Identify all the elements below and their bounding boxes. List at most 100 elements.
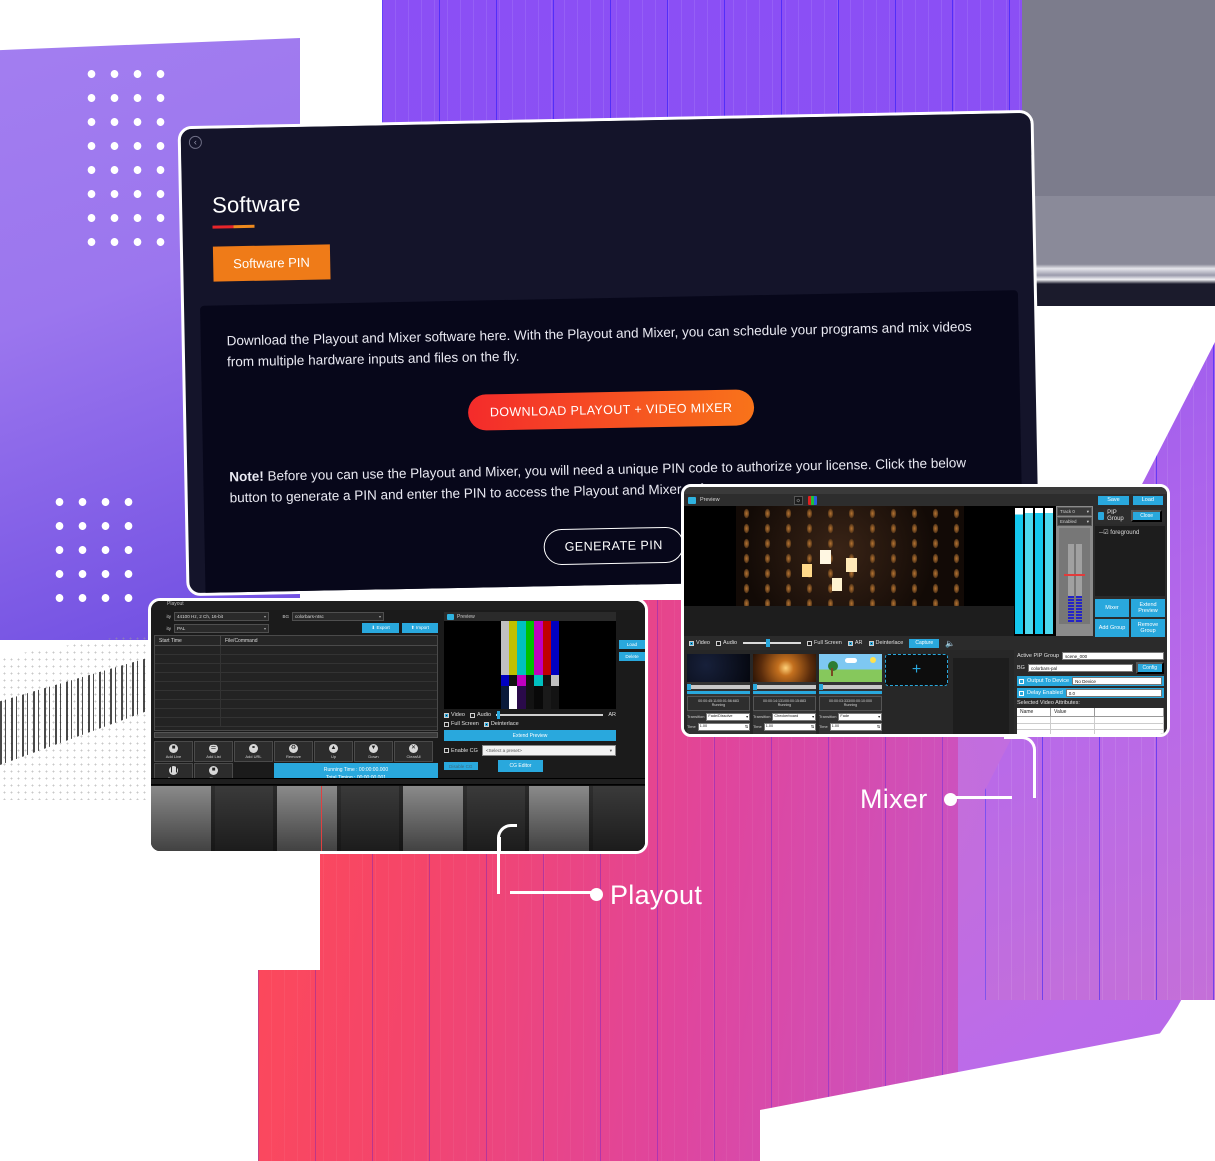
speaker-icon[interactable]: 🔈: [945, 639, 955, 648]
add-url-button[interactable]: ⚭ Add URL: [234, 741, 273, 762]
bg-select[interactable]: colorbars-ntsc ▾: [292, 612, 384, 621]
add-url-icon: ⚭: [249, 744, 258, 753]
move-down-button[interactable]: ▼ Down: [354, 741, 393, 762]
clip-transition-select[interactable]: Fade/Dissolve ▾: [706, 712, 750, 721]
attributes-label: Selected Video Attributes:: [1017, 700, 1080, 706]
disable-cg-button[interactable]: Disable CG: [444, 762, 478, 770]
playout-deinterlace-checkbox[interactable]: Deinterlace: [483, 721, 519, 727]
generate-pin-button[interactable]: GENERATE PIN: [543, 526, 685, 565]
cg-editor-button[interactable]: CG Editor: [497, 760, 544, 772]
load-button[interactable]: Load: [619, 640, 645, 649]
clear-all-button[interactable]: ✕ ClearAll: [394, 741, 433, 762]
import-button[interactable]: ⬆ Import: [401, 623, 438, 633]
extend-preview-button[interactable]: Extend Preview: [444, 730, 616, 741]
table-row[interactable]: [155, 664, 437, 673]
plus-icon[interactable]: +: [885, 654, 948, 686]
playout-video-checkbox[interactable]: Video: [444, 712, 465, 718]
brightness-icon[interactable]: ☼: [793, 495, 803, 505]
delay-value-input[interactable]: 0.0: [1065, 689, 1162, 697]
mixer-capture-button[interactable]: Capture: [909, 638, 940, 648]
table-row[interactable]: [155, 673, 437, 682]
timeline-ruler[interactable]: [151, 779, 645, 785]
export-button[interactable]: ⬇ Export: [362, 623, 399, 633]
pip-add-group-button[interactable]: Add Group: [1095, 619, 1129, 637]
table-row[interactable]: [155, 700, 437, 709]
table-row[interactable]: [155, 646, 437, 655]
mixer-volume-slider[interactable]: [743, 639, 802, 647]
track-select[interactable]: Track 0 ▾: [1057, 507, 1092, 516]
horizontal-scrollbar[interactable]: [154, 732, 438, 738]
playout-titlebar[interactable]: Playout: [151, 601, 645, 610]
clip-transition-select[interactable]: Fade ▾: [838, 712, 882, 721]
enable-cg-checkbox[interactable]: Enable CG: [444, 748, 478, 754]
table-row[interactable]: [155, 718, 437, 727]
track-enabled-select[interactable]: Enabled ▾: [1057, 517, 1092, 526]
table-row[interactable]: [1017, 737, 1164, 738]
mixer-video-checkbox[interactable]: Video: [689, 640, 710, 646]
tab-software-pin[interactable]: Software PIN: [212, 244, 331, 282]
clip-transition-select[interactable]: Checkerboard ▾: [772, 712, 816, 721]
clip-timecode: 00:00:03:333/00:00:10:000 Running: [819, 696, 882, 711]
clip-time-input[interactable]: 1.00 ⇅: [697, 722, 750, 731]
delay-enabled-row[interactable]: Delay Enabled 0.0: [1017, 688, 1164, 698]
playout-timeline[interactable]: [151, 778, 645, 851]
add-list-button[interactable]: ☰ Add List: [194, 741, 233, 762]
title-underline: [212, 224, 255, 229]
pip-extend-preview-button[interactable]: Extend Preview: [1131, 599, 1165, 617]
note-bold: Note!: [229, 468, 264, 485]
table-row[interactable]: [155, 655, 437, 664]
mixer-load-button[interactable]: Load: [1132, 495, 1163, 505]
delete-button[interactable]: Delete: [619, 652, 645, 661]
mixer-clip-strip: 00:00:45:11/00:01:56:683 Running Transiti…: [684, 650, 1014, 734]
playout-fullscreen-checkbox[interactable]: Full Screen: [444, 721, 479, 727]
table-row[interactable]: [155, 709, 437, 718]
callout-mixer-label: Mixer: [860, 784, 928, 814]
clip-time-input[interactable]: 1.00 ⇅: [829, 722, 882, 731]
output-device-select[interactable]: No Device: [1072, 677, 1162, 685]
mixer-deinterlace-checkbox[interactable]: Deinterlace: [868, 640, 903, 646]
table-row[interactable]: [1017, 730, 1164, 734]
config-button[interactable]: Config: [1135, 662, 1164, 674]
mixer-clip[interactable]: 00:00:45:11/00:01:56:683 Running Transiti…: [687, 654, 750, 734]
mixer-ar-checkbox[interactable]: AR: [847, 640, 863, 646]
mixer-add-clip[interactable]: +: [885, 654, 948, 734]
clip-volume-slider[interactable]: [860, 733, 865, 734]
video-format-select[interactable]: PAL ▾: [174, 623, 269, 633]
mixer-audio-checkbox[interactable]: Audio: [715, 640, 737, 646]
mixer-clip[interactable]: 00:00:14:131/00:00:15:883 Running Transit…: [753, 654, 816, 734]
mixer-save-button[interactable]: Save: [1098, 495, 1129, 505]
back-arrow-icon[interactable]: ‹: [188, 135, 203, 150]
clip-time-input[interactable]: 1.00 ⇅: [763, 722, 816, 731]
mixer-clip[interactable]: 00:00:03:333/00:00:10:000 Running Transit…: [819, 654, 882, 734]
mixer-titlebar[interactable]: [684, 487, 1167, 494]
pip-close-button[interactable]: Close: [1131, 510, 1162, 522]
color-wheel-icon[interactable]: [807, 495, 817, 505]
playout-volume-slider[interactable]: [496, 711, 604, 719]
remove-button[interactable]: ♻ Remove: [274, 741, 313, 762]
output-device-row[interactable]: Output To Device No Device: [1017, 676, 1164, 686]
pip-mixer-button[interactable]: Mixer: [1095, 599, 1129, 617]
mixer-video-preview[interactable]: [684, 506, 1014, 606]
clip-volume-slider[interactable]: [794, 733, 799, 734]
move-up-button[interactable]: ▲ Up: [314, 741, 353, 762]
pip-tree-node[interactable]: ─☑ foreground: [1099, 529, 1161, 536]
clip-time-label: Time: [687, 724, 696, 730]
table-row[interactable]: [155, 691, 437, 700]
pip-tree[interactable]: ─☑ foreground: [1095, 526, 1165, 596]
bg-select[interactable]: colorbars-pal: [1027, 664, 1133, 672]
pip-remove-group-button[interactable]: Remove Group: [1131, 619, 1165, 637]
mixer-fullscreen-checkbox[interactable]: Full Screen: [807, 640, 842, 646]
playout-audio-checkbox[interactable]: Audio: [469, 712, 491, 718]
active-pip-value[interactable]: scene_000: [1062, 652, 1164, 660]
attributes-table[interactable]: Name Value: [1017, 708, 1164, 738]
meter-bar-2: [1025, 508, 1033, 634]
audio-format-select[interactable]: 44100 Hz, 2 Ch, 16-bit ▾: [174, 612, 269, 621]
timeline-tracks[interactable]: [151, 786, 645, 851]
add-live-button[interactable]: ■ Add Live: [154, 741, 193, 762]
playout-schedule-grid[interactable]: Start Time File/Command: [154, 635, 438, 731]
playout-video-preview[interactable]: [444, 621, 616, 709]
table-row[interactable]: [155, 682, 437, 691]
clip-volume-slider[interactable]: [728, 733, 733, 734]
cg-preset-select[interactable]: <Select a preset> ▾: [481, 745, 616, 756]
download-button[interactable]: DOWNLOAD PLAYOUT + VIDEO MIXER: [467, 389, 755, 431]
